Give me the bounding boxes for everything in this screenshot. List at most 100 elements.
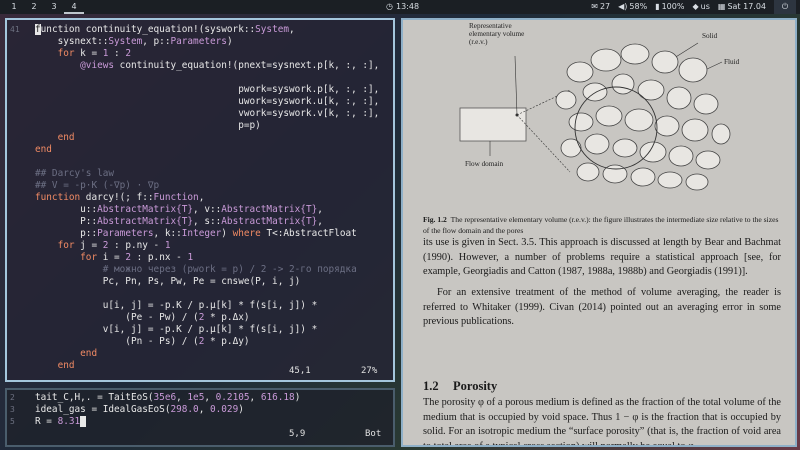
label-solid: Solid bbox=[702, 32, 718, 40]
battery-icon: ▮ bbox=[655, 2, 660, 11]
code-line[interactable]: 41 function continuity_equation!(syswork:… bbox=[7, 24, 393, 36]
battery-level: 100% bbox=[661, 2, 685, 11]
calendar-icon: ▦ bbox=[717, 2, 726, 11]
clock[interactable]: ◷ 13:48 bbox=[386, 0, 419, 14]
code-text: sysnext::System, p::Parameters) bbox=[35, 36, 233, 47]
code-line[interactable]: (Pn - Ps) / (2 * p.Δy) bbox=[7, 336, 393, 348]
code-line[interactable]: ## Darcy's law bbox=[7, 168, 393, 180]
code-line[interactable]: function darcy!(; f::Function, bbox=[7, 192, 393, 204]
caption-prefix: Fig. 1.2 bbox=[423, 215, 447, 224]
code-line[interactable]: 2 tait_C,H,. = TaitEoS(35e6, 1e5, 0.2105,… bbox=[7, 392, 393, 404]
code-line[interactable]: for j = 2 : p.ny - 1 bbox=[7, 240, 393, 252]
code-line[interactable]: for i = 2 : p.nx - 1 bbox=[7, 252, 393, 264]
code-line[interactable]: @views continuity_equation!(pnext=sysnex… bbox=[7, 60, 393, 72]
notifications-indicator[interactable]: ✉ 27 bbox=[591, 0, 610, 14]
code-line[interactable]: uwork=syswork.u[k, :, :], bbox=[7, 96, 393, 108]
top-bar: 1 2 3 4 ◷ 13:48 ✉ 27 ◀) 58% ▮ 100% ◆ us … bbox=[0, 0, 800, 14]
code-line[interactable]: u::AbstractMatrix{T}, v::AbstractMatrix{… bbox=[7, 204, 393, 216]
code-line[interactable]: ## V = -p·K (-∇p) · ∇p bbox=[7, 180, 393, 192]
code-line[interactable]: # можно через (pwork = p) / 2 -> 2-го по… bbox=[7, 264, 393, 276]
code-line[interactable]: Pc, Pn, Ps, Pw, Pe = cnswe(P, i, j) bbox=[7, 276, 393, 288]
workspace-1-button[interactable]: 1 bbox=[4, 0, 24, 14]
code-text: function continuity_equation!(syswork::S… bbox=[35, 24, 295, 35]
code-text: ideal_gas = IdealGasEoS(298.0, 0.029) bbox=[35, 404, 244, 415]
code-text: ## V = -p·K (-∇p) · ∇p bbox=[35, 180, 160, 191]
paragraph-2: For an extensive treatment of the method… bbox=[423, 287, 781, 328]
code-text: function darcy!(; f::Function, bbox=[35, 192, 205, 203]
code-text: end bbox=[80, 348, 98, 359]
code-text: P::AbstractMatrix{T}, s::AbstractMatrix{… bbox=[35, 216, 323, 227]
code-text: (Pe - Pw) / (2 * p.Δx) bbox=[35, 312, 250, 323]
code-editor-secondary[interactable]: 2 tait_C,H,. = TaitEoS(35e6, 1e5, 0.2105,… bbox=[5, 388, 395, 447]
caption-text: The representative elementary volume (r.… bbox=[423, 215, 779, 235]
code-text: end bbox=[57, 132, 75, 143]
code-line[interactable]: v[i, j] = -p.K / p.μ[k] * f(s[i, j]) * bbox=[7, 324, 393, 336]
volume-level: 58% bbox=[629, 2, 648, 11]
code-line[interactable]: for k = 1 : 2 bbox=[7, 48, 393, 60]
code-line[interactable]: 5 R = 8.31 bbox=[7, 416, 393, 428]
pdf-viewer[interactable]: Representative elementary volume (r.e.v.… bbox=[401, 18, 797, 447]
code-line[interactable]: end bbox=[7, 144, 393, 156]
code-line[interactable]: p=p) bbox=[7, 120, 393, 132]
code-text: end bbox=[35, 144, 52, 155]
flow-domain-box bbox=[459, 107, 527, 142]
code-line[interactable]: u[i, j] = -p.K / p.μ[k] * f(s[i, j]) * bbox=[7, 300, 393, 312]
code-line[interactable]: end bbox=[7, 132, 393, 144]
wifi-icon: ◆ bbox=[692, 2, 699, 11]
bell-icon: ✉ bbox=[591, 2, 598, 11]
network-indicator[interactable]: ◆ us bbox=[692, 0, 709, 14]
battery-indicator[interactable]: ▮ 100% bbox=[655, 0, 684, 14]
code-editor-main[interactable]: 41 function continuity_equation!(syswork:… bbox=[5, 18, 395, 382]
keyboard-layout: us bbox=[700, 2, 710, 11]
line-number: 3 bbox=[10, 405, 15, 414]
code-line[interactable] bbox=[7, 72, 393, 84]
line-number: 5 bbox=[10, 417, 15, 426]
code-line[interactable]: p::Parameters, k::Integer) where T<:Abst… bbox=[7, 228, 393, 240]
workspace-3-button[interactable]: 3 bbox=[44, 0, 64, 14]
notifications-count: 27 bbox=[599, 2, 611, 11]
code-line[interactable]: 3 ideal_gas = IdealGasEoS(298.0, 0.029) bbox=[7, 404, 393, 416]
code-text: for i = 2 : p.nx - 1 bbox=[80, 252, 194, 263]
volume-indicator[interactable]: ◀) 58% bbox=[618, 0, 647, 14]
speaker-icon: ◀) bbox=[618, 2, 628, 11]
code-text: end bbox=[57, 360, 75, 371]
code-area-secondary[interactable]: 2 tait_C,H,. = TaitEoS(35e6, 1e5, 0.2105,… bbox=[7, 392, 393, 428]
power-icon: ⏻ bbox=[781, 2, 789, 11]
label-flow-domain: Flow domain bbox=[465, 160, 504, 168]
code-text: for j = 2 : p.ny - 1 bbox=[57, 240, 171, 251]
code-text: # можно через (pwork = p) / 2 -> 2-го по… bbox=[35, 264, 357, 275]
clock-icon: ◷ bbox=[386, 2, 393, 11]
power-button[interactable]: ⏻ bbox=[774, 0, 796, 14]
line-number: 2 bbox=[10, 393, 15, 402]
code-text: p::Parameters, k::Integer) where T<:Abst… bbox=[35, 228, 357, 239]
workspace-2-button[interactable]: 2 bbox=[24, 0, 44, 14]
workspace-4-button[interactable]: 4 bbox=[64, 0, 84, 14]
code-text: @views continuity_equation!(pnext=sysnex… bbox=[80, 60, 380, 71]
code-line[interactable]: P::AbstractMatrix{T}, s::AbstractMatrix{… bbox=[7, 216, 393, 228]
code-text: ## Darcy's law bbox=[35, 168, 115, 179]
code-text: tait_C,H,. = TaitEoS(35e6, 1e5, 0.2105, … bbox=[35, 392, 301, 403]
code-line[interactable]: pwork=syswork.p[k, :, :], bbox=[7, 84, 393, 96]
section-title: Porosity bbox=[453, 379, 498, 393]
scroll-percent: 27% bbox=[361, 366, 378, 376]
label-rev: Representative elementary volume (r.e.v.… bbox=[469, 22, 525, 46]
code-text: vwork=syswork.v[k, :, :], bbox=[35, 108, 380, 119]
date-text: Sat 17.04 bbox=[727, 2, 766, 11]
date-indicator[interactable]: ▦ Sat 17.04 bbox=[718, 0, 766, 14]
code-text: R = 8.31 bbox=[35, 416, 86, 428]
code-text: u::AbstractMatrix{T}, v::AbstractMatrix{… bbox=[35, 204, 323, 215]
code-line[interactable] bbox=[7, 156, 393, 168]
code-text: p=p) bbox=[35, 120, 261, 131]
code-line[interactable]: sysnext::System, p::Parameters) bbox=[7, 36, 393, 48]
code-line[interactable] bbox=[7, 288, 393, 300]
figure-caption: Fig. 1.2 The representative elementary v… bbox=[423, 214, 783, 236]
code-line[interactable]: (Pe - Pw) / (2 * p.Δx) bbox=[7, 312, 393, 324]
code-line[interactable]: end bbox=[7, 360, 393, 372]
code-line[interactable]: vwork=syswork.v[k, :, :], bbox=[7, 108, 393, 120]
code-area[interactable]: 41 function continuity_equation!(syswork:… bbox=[7, 24, 393, 372]
code-text: v[i, j] = -p.K / p.μ[k] * f(s[i, j]) * bbox=[35, 324, 318, 335]
code-text: Pc, Pn, Ps, Pw, Pe = cnswe(P, i, j) bbox=[35, 276, 301, 287]
code-text: uwork=syswork.u[k, :, :], bbox=[35, 96, 380, 107]
code-text: for k = 1 : 2 bbox=[57, 48, 131, 59]
code-line[interactable]: end bbox=[7, 348, 393, 360]
